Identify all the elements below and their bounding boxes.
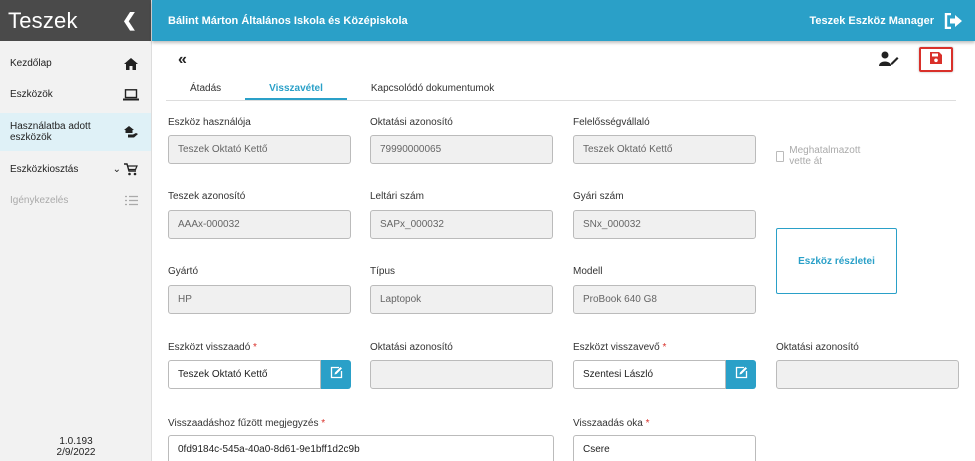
type-field: Laptopok <box>370 285 553 314</box>
sidebar-nav: Kezdőlap Eszközök Használatba adott eszk… <box>0 41 151 216</box>
receiver-edu-id-field <box>776 360 959 389</box>
serial-number-label: Gyári szám <box>573 191 624 202</box>
top-bar: Bálint Márton Általános Iskola és Középi… <box>152 0 975 41</box>
sidebar-item-assigned-devices[interactable]: Használatba adott eszközök <box>0 113 151 151</box>
manufacturer-label: Gyártó <box>168 266 199 277</box>
list-icon <box>123 194 139 208</box>
return-note-label: Visszaadáshoz fűzött megjegyzés * <box>168 418 326 429</box>
sidebar-item-label: Eszközök <box>10 89 53 100</box>
version-date: 2/9/2022 <box>56 447 96 458</box>
returner-edu-id-field <box>370 360 553 389</box>
user-edit-icon[interactable] <box>879 51 899 71</box>
tab-related-documents[interactable]: Kapcsolódó dokumentumok <box>347 77 518 100</box>
tabs: Átadás Visszavétel Kapcsolódó dokumentum… <box>166 77 956 101</box>
app: Teszek ❮ Kezdőlap Eszközök Használatba a… <box>0 0 975 461</box>
sidebar-item-requests: Igénykezelés <box>0 185 151 216</box>
toolbar: « <box>152 41 975 77</box>
type-label: Típus <box>370 266 396 277</box>
double-chevron-left-icon[interactable]: « <box>178 51 187 69</box>
inventory-number-field: SAPx_000032 <box>370 210 553 239</box>
returner-edit-button[interactable] <box>321 360 351 389</box>
manufacturer-field: HP <box>168 285 351 314</box>
home-icon <box>123 57 139 71</box>
sidebar-item-label: Használatba adott eszközök <box>10 121 91 143</box>
sidebar-item-devices[interactable]: Eszközök <box>0 79 151 110</box>
sidebar-item-label: Eszközkiosztás <box>10 164 79 175</box>
receiver-label: Eszközt visszavevő * <box>573 342 667 353</box>
version-info: 1.0.193 2/9/2022 <box>0 436 152 458</box>
returner-label: Eszközt visszaadó * <box>168 342 257 353</box>
teszek-id-field: AAAx-000032 <box>168 210 351 239</box>
pencil-icon <box>735 366 748 384</box>
responsible-field: Teszek Oktató Kettő <box>573 135 756 164</box>
save-icon <box>930 51 942 69</box>
required-marker: * <box>253 342 257 353</box>
model-field: ProBook 640 G8 <box>573 285 756 314</box>
device-user-field: Teszek Oktató Kettő <box>168 135 351 164</box>
main-content: « Átadás Visszavétel Kapcsolódó dokument… <box>152 41 975 461</box>
sidebar-item-label: Igénykezelés <box>10 195 69 206</box>
serial-number-field: SNx_000032 <box>573 210 756 239</box>
sidebar-item-allocation[interactable]: Eszközkiosztás ⌄ <box>0 154 151 185</box>
required-marker: * <box>662 342 667 353</box>
sidebar-header: Teszek ❮ <box>0 0 151 41</box>
returner-edu-id-label: Oktatási azonosító <box>370 342 453 353</box>
logout-icon[interactable] <box>944 12 963 29</box>
version-number: 1.0.193 <box>59 436 93 447</box>
model-label: Modell <box>573 266 603 277</box>
teszek-id-label: Teszek azonosító <box>168 191 246 202</box>
save-button[interactable] <box>919 47 953 72</box>
brand-title: Teszek <box>8 7 78 33</box>
tab-handover[interactable]: Átadás <box>166 77 245 100</box>
sidebar-item-home[interactable]: Kezdőlap <box>0 48 151 79</box>
returner-field[interactable]: Teszek Oktató Kettő <box>168 360 321 389</box>
device-hand-icon <box>124 125 139 139</box>
responsible-label: Felelősségvállaló <box>573 117 650 128</box>
inventory-number-label: Leltári szám <box>370 191 424 202</box>
return-reason-label: Visszaadás oka * <box>573 418 650 429</box>
edu-id-field: 79990000065 <box>370 135 553 164</box>
app-name: Teszek Eszköz Manager <box>809 14 934 27</box>
receiver-edit-button[interactable] <box>726 360 756 389</box>
checkbox-box[interactable] <box>776 150 785 162</box>
device-details-button[interactable]: Eszköz részletei <box>776 228 897 294</box>
required-marker: * <box>321 418 326 429</box>
tab-return[interactable]: Visszavétel <box>245 77 347 100</box>
return-note-field[interactable]: 0fd9184c-545a-40a0-8d61-9e1bff1d2c9b <box>168 435 554 461</box>
collapse-sidebar-icon[interactable]: ❮ <box>122 10 137 31</box>
receiver-field[interactable]: Szentesi László <box>573 360 726 389</box>
pencil-icon <box>330 366 343 384</box>
sidebar-item-label: Kezdőlap <box>10 58 52 69</box>
sidebar: Teszek ❮ Kezdőlap Eszközök Használatba a… <box>0 0 152 461</box>
cart-icon <box>123 163 139 177</box>
required-marker: * <box>645 418 650 429</box>
proxy-checkbox[interactable]: Meghatalmazott vette át <box>776 145 863 167</box>
proxy-checkbox-label: Meghatalmazott vette át <box>789 145 861 167</box>
laptop-icon <box>123 88 139 102</box>
device-user-label: Eszköz használója <box>168 117 251 128</box>
chevron-down-icon[interactable]: ⌄ <box>113 164 121 175</box>
school-name: Bálint Márton Általános Iskola és Középi… <box>168 14 408 27</box>
receiver-edu-id-label: Oktatási azonosító <box>776 342 859 353</box>
return-reason-field[interactable]: Csere <box>573 435 756 461</box>
edu-id-label: Oktatási azonosító <box>370 117 453 128</box>
